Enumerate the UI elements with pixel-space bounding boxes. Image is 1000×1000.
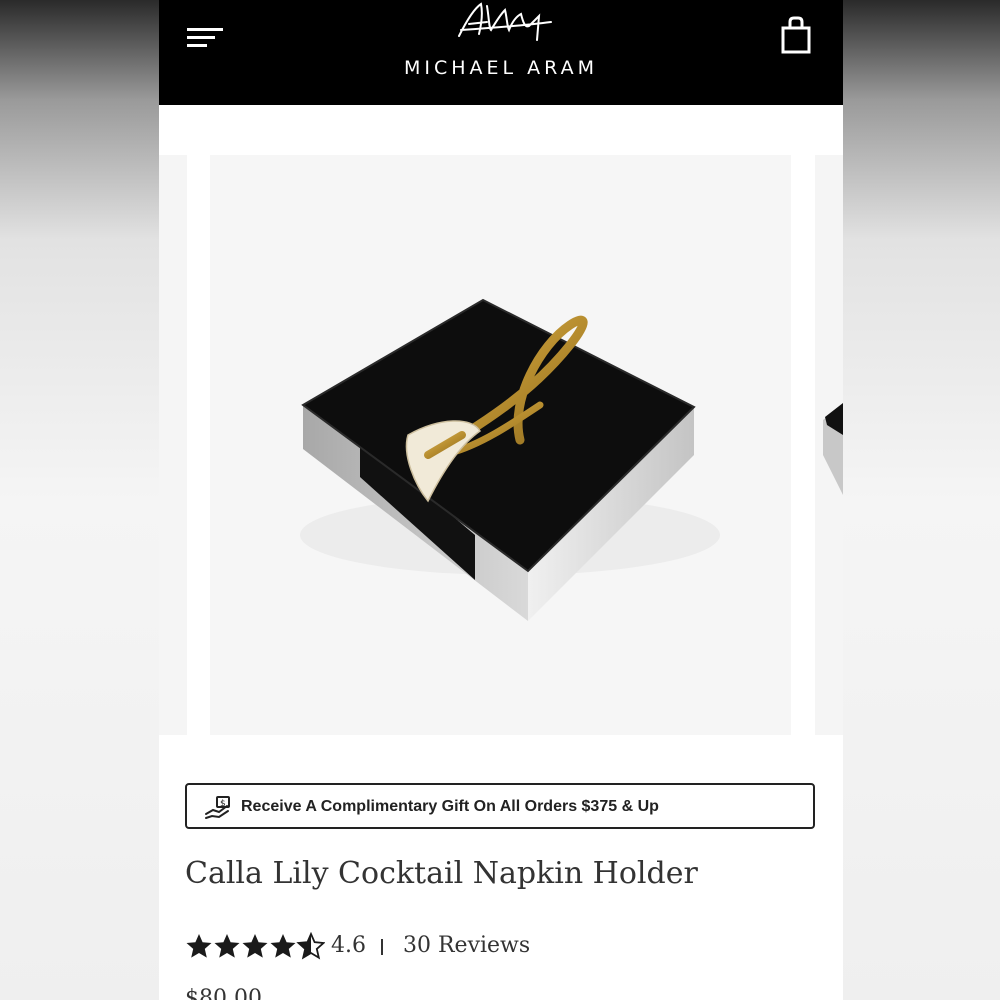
star-rating-icon — [186, 933, 325, 959]
gift-dollar-icon: $ — [203, 796, 231, 820]
brand-name: MICHAEL ARAM — [404, 57, 598, 79]
product-title: Calla Lily Cocktail Napkin Holder — [185, 856, 698, 891]
brand-logo[interactable]: MICHAEL ARAM — [339, 0, 663, 100]
reviews-link[interactable]: 30 Reviews — [403, 933, 530, 958]
menu-icon[interactable] — [187, 26, 225, 50]
shopping-bag-icon[interactable] — [779, 16, 815, 56]
product-price: $80.00 — [185, 986, 262, 1000]
promo-text: Receive A Complimentary Gift On All Orde… — [241, 798, 659, 815]
product-image[interactable] — [210, 155, 791, 735]
carousel-prev-slide[interactable] — [159, 155, 187, 735]
mobile-page: MICHAEL ARAM $ Receive A Complimentary G… — [159, 0, 843, 1000]
product-image-carousel[interactable] — [159, 155, 843, 735]
promo-banner[interactable]: $ Receive A Complimentary Gift On All Or… — [185, 783, 815, 829]
rating-value: 4.6 — [331, 933, 366, 958]
background-right — [843, 0, 1000, 1000]
brand-signature-logo — [458, 2, 552, 41]
background-left — [0, 0, 159, 1000]
site-header: MICHAEL ARAM — [159, 0, 843, 105]
svg-text:$: $ — [220, 799, 226, 809]
rating-separator — [381, 939, 383, 955]
carousel-next-slide[interactable] — [815, 155, 843, 735]
